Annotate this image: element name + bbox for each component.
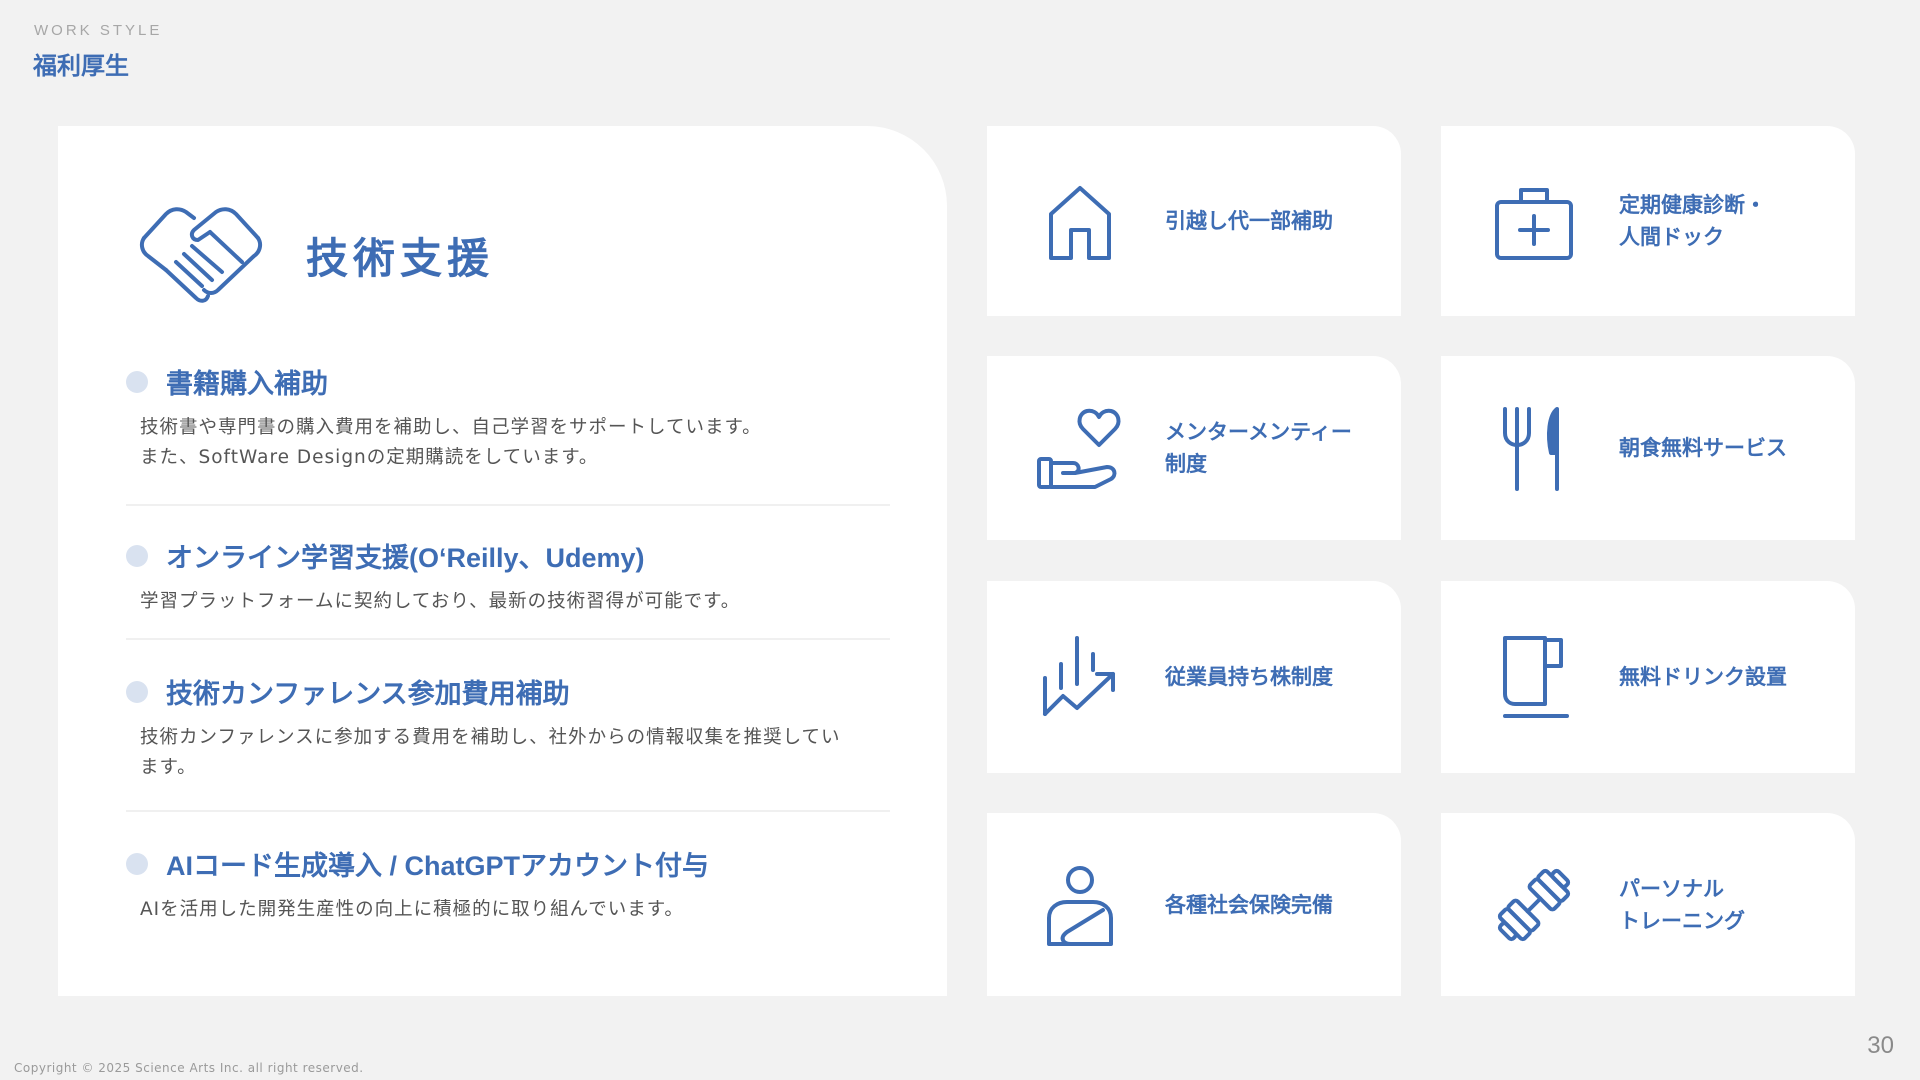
benefit-card-moving: 引越し代一部補助	[987, 126, 1401, 316]
benefit-card-mentor: メンターメンティー 制度	[987, 356, 1401, 540]
bullet-dot	[126, 852, 148, 875]
benefit-card-training: パーソナル トレーニング	[1441, 813, 1855, 996]
benefit-item-ai-code: AIコード生成導入 / ChatGPTアカウント付与 AIを活用した開発生産性の…	[126, 844, 890, 925]
handshake-icon	[139, 207, 263, 303]
benefit-card-insurance: 各種社会保険完備	[987, 813, 1401, 996]
benefit-item-title: オンライン学習支援(O‘Reilly、Udemy)	[166, 543, 645, 573]
benefit-card-label: 定期健康診断・ 人間ドック	[1619, 193, 1766, 249]
benefit-card-label: 引越し代一部補助	[1165, 209, 1333, 233]
benefit-card-label: 無料ドリンク設置	[1619, 665, 1787, 689]
medical-kit-icon	[1495, 188, 1573, 260]
benefit-item-title: 書籍購入補助	[166, 369, 328, 399]
divider	[126, 504, 890, 506]
page-title: 福利厚生	[33, 52, 129, 80]
copyright-text: Copyright © 2025 Science Arts Inc. all r…	[14, 1061, 364, 1075]
page-number: 30	[1867, 1032, 1894, 1059]
benefit-card-health-check: 定期健康診断・ 人間ドック	[1441, 126, 1855, 316]
benefit-card-stock: 従業員持ち株制度	[987, 581, 1401, 773]
growth-chart-icon	[1043, 636, 1115, 716]
benefit-card-label: 朝食無料サービス	[1619, 436, 1787, 460]
benefit-item-title: AIコード生成導入 / ChatGPTアカウント付与	[166, 851, 710, 881]
benefit-item-description: 技術カンファレンスに参加する費用を補助し、社外からの情報収集を推奨してい ます。	[140, 727, 841, 778]
divider	[126, 810, 890, 812]
eyebrow-label: WORK STYLE	[34, 22, 163, 39]
benefit-item-conference: 技術カンファレンス参加費用補助 技術カンファレンスに参加する費用を補助し、社外か…	[126, 672, 890, 783]
mug-icon	[1503, 636, 1569, 718]
benefit-card-label: 従業員持ち株制度	[1165, 665, 1333, 689]
benefit-card-label: 各種社会保険完備	[1165, 892, 1333, 917]
house-icon	[1049, 186, 1111, 260]
benefit-item-online-learning: オンライン学習支援(O‘Reilly、Udemy) 学習プラットフォームに契約し…	[126, 536, 890, 617]
benefit-item-description: 技術書や専門書の購入費用を補助し、自己学習をサポートしています。 また、Soft…	[140, 417, 762, 468]
tech-support-panel: 技術支援 書籍購入補助 技術書や専門書の購入費用を補助し、自己学習をサポートして…	[58, 126, 947, 996]
tech-support-header: 技術支援	[136, 198, 494, 313]
divider	[126, 638, 890, 640]
bullet-dot	[126, 370, 148, 393]
dumbbell-icon	[1497, 868, 1571, 941]
benefit-card-label: メンターメンティー 制度	[1165, 420, 1352, 476]
benefit-card-label: パーソナル トレーニング	[1619, 876, 1745, 933]
heart-hand-icon	[1037, 408, 1121, 489]
bullet-dot	[126, 544, 148, 567]
benefit-item-description: AIを活用した開発生産性の向上に積極的に取り組んでいます。	[140, 899, 684, 920]
fork-knife-icon	[1503, 407, 1559, 491]
benefit-item-description: 学習プラットフォームに契約しており、最新の技術習得が可能です。	[140, 591, 741, 612]
benefit-item-title: 技術カンファレンス参加費用補助	[166, 679, 570, 709]
bullet-dot	[126, 680, 148, 703]
benefit-item-book-purchase: 書籍購入補助 技術書や専門書の購入費用を補助し、自己学習をサポートしています。 …	[126, 362, 890, 473]
benefit-card-breakfast: 朝食無料サービス	[1441, 356, 1855, 540]
tech-support-title: 技術支援	[306, 234, 495, 283]
benefit-card-drink: 無料ドリンク設置	[1441, 581, 1855, 773]
person-insurance-icon	[1047, 865, 1113, 946]
